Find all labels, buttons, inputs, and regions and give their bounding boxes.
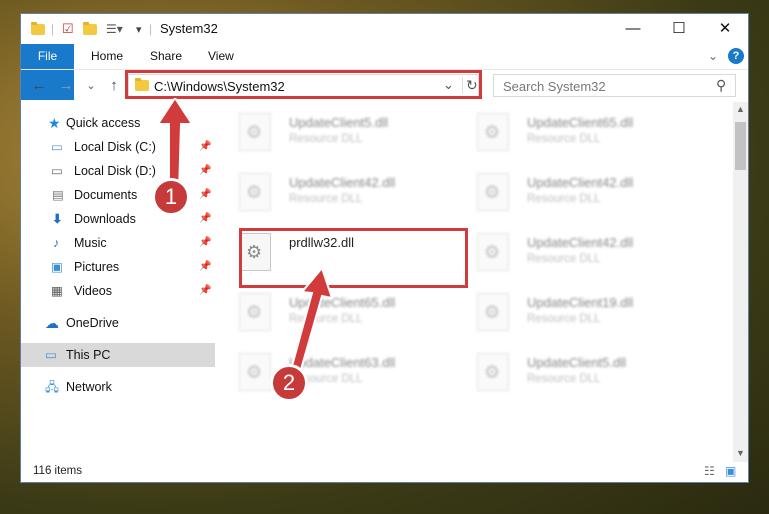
address-bar-highlight: [125, 70, 482, 99]
search-input[interactable]: Search System32: [503, 79, 606, 94]
forward-button[interactable]: →: [56, 75, 76, 97]
pin-icon: 📌: [199, 165, 212, 176]
tab-share[interactable]: Share: [150, 44, 182, 68]
quick-access-dropdown-icon[interactable]: ▾: [136, 20, 142, 38]
recent-locations-button[interactable]: ⌄: [81, 75, 101, 97]
dll-file-icon: [477, 353, 509, 391]
network-icon: 🖧: [45, 380, 59, 394]
sidebar-item-pictures[interactable]: ▣ Pictures 📌: [21, 255, 215, 279]
sidebar-item-onedrive[interactable]: ☁ OneDrive: [21, 311, 215, 335]
music-note-icon: ♪: [53, 236, 60, 250]
search-icon: ⚲: [716, 77, 727, 93]
separator: |: [51, 22, 55, 36]
new-folder-icon[interactable]: [83, 20, 97, 38]
expand-ribbon-icon[interactable]: ⌄: [708, 44, 718, 68]
customize-quick-access-icon[interactable]: ☰▾: [106, 20, 123, 38]
dll-file-icon: [477, 293, 509, 331]
scroll-up-icon[interactable]: ▲: [736, 104, 745, 114]
file-highlight: [239, 228, 468, 288]
vertical-scrollbar[interactable]: ▲ ▼: [733, 102, 748, 462]
details-view-icon[interactable]: ☷: [704, 464, 715, 478]
file-item[interactable]: UpdateClient42.dll Resource DLL: [223, 165, 453, 221]
cloud-icon: ☁: [45, 315, 59, 331]
pin-icon: 📌: [199, 213, 212, 224]
dll-file-icon: [477, 173, 509, 211]
dll-file-icon: [239, 353, 271, 391]
sidebar-item-downloads[interactable]: ⬇ Downloads 📌: [21, 207, 215, 231]
sidebar-item-music[interactable]: ♪ Music 📌: [21, 231, 215, 255]
tab-view[interactable]: View: [208, 44, 234, 68]
help-icon[interactable]: ?: [728, 48, 744, 64]
file-item[interactable]: UpdateClient65.dll Resource DLL: [223, 285, 453, 341]
file-item[interactable]: UpdateClient42.dll Resource DLL: [461, 225, 691, 281]
scroll-thumb[interactable]: [735, 122, 746, 170]
file-item[interactable]: UpdateClient42.dll Resource DLL: [461, 165, 691, 221]
folder-icon: [31, 20, 45, 38]
dll-file-icon: [477, 233, 509, 271]
drive-icon: ▭: [51, 140, 63, 154]
file-item[interactable]: UpdateClient5.dll Resource DLL: [223, 105, 453, 161]
tab-home[interactable]: Home: [91, 44, 123, 68]
separator: |: [149, 22, 153, 36]
pin-icon: 📌: [199, 261, 212, 272]
dll-file-icon: [239, 113, 271, 151]
step1-badge: 1: [152, 178, 190, 216]
sidebar-item-videos[interactable]: ▦ Videos 📌: [21, 279, 215, 303]
download-arrow-icon: ⬇: [52, 212, 63, 226]
pin-icon: 📌: [199, 189, 212, 200]
sidebar-item-this-pc[interactable]: ▭ This PC: [21, 343, 215, 367]
sidebar-item-network[interactable]: 🖧 Network: [21, 375, 215, 399]
dll-file-icon: [477, 113, 509, 151]
large-icons-view-icon[interactable]: ▣: [725, 464, 736, 478]
dll-file-icon: [239, 173, 271, 211]
window-title: System32: [160, 21, 218, 36]
up-button[interactable]: ↑: [104, 75, 124, 97]
star-icon: ★: [48, 115, 61, 131]
ribbon-tabs: File Home Share View ⌄ ?: [21, 44, 748, 100]
title-bar: | ☑ ☰▾ ▾ | System32 — ☐ ✕: [21, 14, 748, 44]
file-item[interactable]: UpdateClient65.dll Resource DLL: [461, 105, 691, 161]
item-count: 116 items: [33, 465, 83, 477]
document-icon: ▤: [52, 188, 64, 202]
file-item[interactable]: UpdateClient5.dll Resource DLL: [461, 345, 691, 401]
file-item[interactable]: UpdateClient19.dll Resource DLL: [461, 285, 691, 341]
drive-icon: ▭: [51, 164, 63, 178]
pin-icon: 📌: [199, 285, 212, 296]
maximize-button[interactable]: ☐: [656, 14, 702, 44]
picture-icon: ▣: [51, 260, 63, 274]
back-button[interactable]: ←: [29, 75, 49, 97]
computer-icon: ▭: [45, 348, 57, 362]
properties-icon[interactable]: ☑: [62, 20, 74, 38]
close-button[interactable]: ✕: [702, 14, 748, 44]
dll-file-icon: [239, 293, 271, 331]
scroll-down-icon[interactable]: ▼: [736, 448, 745, 458]
search-box[interactable]: Search System32 ⚲: [493, 74, 736, 97]
pin-icon: 📌: [199, 237, 212, 248]
file-item[interactable]: UpdateClient63.dll Resource DLL: [223, 345, 453, 401]
minimize-button[interactable]: —: [610, 14, 656, 44]
film-icon: ▦: [51, 284, 63, 298]
status-bar: 116 items ☷ ▣: [21, 462, 748, 482]
step2-badge: 2: [270, 364, 308, 402]
pin-icon: 📌: [199, 141, 212, 152]
